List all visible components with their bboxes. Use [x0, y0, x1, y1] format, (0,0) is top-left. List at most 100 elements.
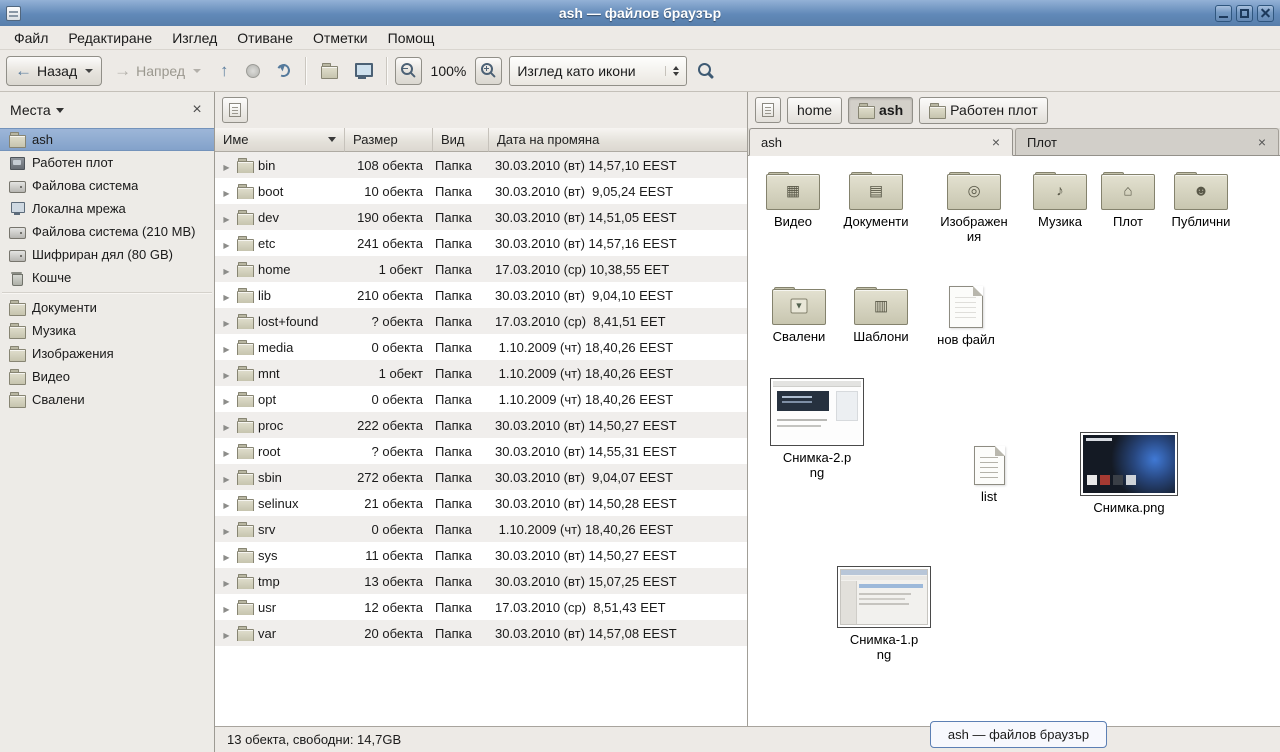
file-row[interactable]: lib 210 обекта Папка 30.03.2010 (вт) 9,0…	[215, 282, 747, 308]
icon-snimka[interactable]: Снимка.png	[1079, 432, 1179, 515]
titlebar[interactable]: ash — файлов браузър	[0, 0, 1280, 26]
minimize-button[interactable]	[1215, 5, 1232, 22]
close-button[interactable]	[1257, 5, 1274, 22]
expander-icon[interactable]	[221, 548, 232, 563]
menu-go[interactable]: Отиване	[227, 26, 303, 49]
file-row[interactable]: opt 0 обекта Папка 1.10.2009 (чт) 18,40,…	[215, 386, 747, 412]
file-row[interactable]: root ? обекта Папка 30.03.2010 (вт) 14,5…	[215, 438, 747, 464]
expander-icon[interactable]	[221, 158, 232, 173]
stop-button[interactable]	[239, 56, 267, 86]
expander-icon[interactable]	[221, 496, 232, 511]
sidebar-item[interactable]: Шифриран дял (80 GB)	[0, 243, 214, 266]
expander-icon[interactable]	[221, 314, 232, 329]
expander-icon[interactable]	[221, 470, 232, 485]
file-row[interactable]: lost+found ? обекта Папка 17.03.2010 (ср…	[215, 308, 747, 334]
expander-icon[interactable]	[221, 574, 232, 589]
icon-snimka-1[interactable]: Снимка-1.png	[834, 566, 934, 662]
back-button[interactable]: Назад	[6, 56, 102, 86]
expander-icon[interactable]	[221, 340, 232, 355]
tab-ash[interactable]: ash	[749, 128, 1013, 156]
computer-button[interactable]	[347, 56, 378, 86]
places-dropdown-icon[interactable]	[56, 108, 64, 113]
sidebar-close-button[interactable]	[188, 101, 206, 119]
icon-folder-templates[interactable]: Шаблони	[836, 283, 926, 344]
expander-icon[interactable]	[221, 392, 232, 407]
expander-icon[interactable]	[221, 444, 232, 459]
file-row[interactable]: usr 12 обекта Папка 17.03.2010 (ср) 8,51…	[215, 594, 747, 620]
search-button[interactable]	[690, 56, 721, 86]
icon-folder-public[interactable]: Публични	[1156, 168, 1246, 229]
path-button-home[interactable]: home	[787, 97, 842, 124]
file-row[interactable]: mnt 1 обект Папка 1.10.2009 (чт) 18,40,2…	[215, 360, 747, 386]
tab-plot[interactable]: Плот	[1015, 128, 1279, 155]
zoom-out-button[interactable]	[395, 57, 422, 85]
maximize-button[interactable]	[1236, 5, 1253, 22]
sidebar-item[interactable]: Видео	[0, 365, 214, 388]
home-button[interactable]	[314, 56, 344, 86]
sidebar-item[interactable]: Локална мрежа	[0, 197, 214, 220]
expander-icon[interactable]	[221, 288, 232, 303]
file-row[interactable]: tmp 13 обекта Папка 30.03.2010 (вт) 15,0…	[215, 568, 747, 594]
expander-icon[interactable]	[221, 366, 232, 381]
icon-folder-documents[interactable]: Документи	[831, 168, 921, 229]
sidebar-item[interactable]: Файлова система (210 MB)	[0, 220, 214, 243]
zoom-in-button[interactable]	[475, 57, 502, 85]
file-row[interactable]: proc 222 обекта Папка 30.03.2010 (вт) 14…	[215, 412, 747, 438]
expander-icon[interactable]	[221, 262, 232, 277]
reload-button[interactable]	[270, 56, 297, 86]
file-row[interactable]: srv 0 обекта Папка 1.10.2009 (чт) 18,40,…	[215, 516, 747, 542]
file-row[interactable]: media 0 обекта Папка 1.10.2009 (чт) 18,4…	[215, 334, 747, 360]
view-mode-select[interactable]: Изглед като икони	[509, 56, 687, 86]
sidebar-item[interactable]: Работен плот	[0, 151, 214, 174]
sidebar-item[interactable]: Файлова система	[0, 174, 214, 197]
menu-bookmarks[interactable]: Отметки	[303, 26, 378, 49]
file-row[interactable]: etc 241 обекта Папка 30.03.2010 (вт) 14,…	[215, 230, 747, 256]
icon-folder-video[interactable]: Видео	[748, 168, 838, 229]
sidebar-item[interactable]: Кошче	[0, 266, 214, 289]
expander-icon[interactable]	[221, 600, 232, 615]
sidebar-item[interactable]: Музика	[0, 319, 214, 342]
column-header-size[interactable]: Размер	[345, 128, 433, 152]
menu-view[interactable]: Изглед	[162, 26, 227, 49]
file-row[interactable]: dev 190 обекта Папка 30.03.2010 (вт) 14,…	[215, 204, 747, 230]
expander-icon[interactable]	[221, 236, 232, 251]
menu-help[interactable]: Помощ	[378, 26, 445, 49]
places-selector[interactable]: Места	[10, 102, 51, 118]
sidebar-item[interactable]: ash	[0, 128, 214, 151]
expander-icon[interactable]	[221, 210, 232, 225]
icon-file-new[interactable]: нов файл	[921, 286, 1011, 347]
icon-snimka-2[interactable]: Снимка-2.png	[767, 378, 867, 480]
file-row[interactable]: var 20 обекта Папка 30.03.2010 (вт) 14,5…	[215, 620, 747, 646]
location-toggle-button-2[interactable]	[755, 97, 781, 123]
folder-icon	[237, 236, 253, 251]
file-row[interactable]: sbin 272 обекта Папка 30.03.2010 (вт) 9,…	[215, 464, 747, 490]
file-row[interactable]: sys 11 обекта Папка 30.03.2010 (вт) 14,5…	[215, 542, 747, 568]
sidebar-item[interactable]: Свалени	[0, 388, 214, 411]
forward-button[interactable]: Напред	[105, 56, 210, 86]
icon-file-list[interactable]: list	[944, 446, 1034, 504]
icon-folder-downloads[interactable]: Свалени	[754, 283, 844, 344]
expander-icon[interactable]	[221, 626, 232, 641]
up-button[interactable]	[213, 56, 236, 86]
column-header-name[interactable]: Име	[215, 128, 345, 152]
location-toggle-button[interactable]	[222, 97, 248, 123]
path-button-ash[interactable]: ash	[848, 97, 913, 124]
expander-icon[interactable]	[221, 418, 232, 433]
menu-file[interactable]: Файл	[4, 26, 58, 49]
sidebar-item[interactable]: Изображения	[0, 342, 214, 365]
path-button-desktop[interactable]: Работен плот	[919, 97, 1048, 124]
expander-icon[interactable]	[221, 184, 232, 199]
expander-icon[interactable]	[221, 522, 232, 537]
file-row[interactable]: bin 108 обекта Папка 30.03.2010 (вт) 14,…	[215, 152, 747, 178]
back-dropdown-icon[interactable]	[85, 69, 93, 73]
sidebar-item[interactable]: Документи	[0, 296, 214, 319]
column-header-type[interactable]: Вид	[433, 128, 489, 152]
tab-close-icon[interactable]	[1254, 134, 1270, 150]
icon-folder-pictures[interactable]: Изображения	[929, 168, 1019, 244]
column-header-date[interactable]: Дата на промяна	[489, 128, 747, 152]
tab-close-icon[interactable]	[988, 134, 1004, 150]
file-row[interactable]: boot 10 обекта Папка 30.03.2010 (вт) 9,0…	[215, 178, 747, 204]
menu-edit[interactable]: Редактиране	[58, 26, 162, 49]
file-row[interactable]: selinux 21 обекта Папка 30.03.2010 (вт) …	[215, 490, 747, 516]
file-row[interactable]: home 1 обект Папка 17.03.2010 (ср) 10,38…	[215, 256, 747, 282]
